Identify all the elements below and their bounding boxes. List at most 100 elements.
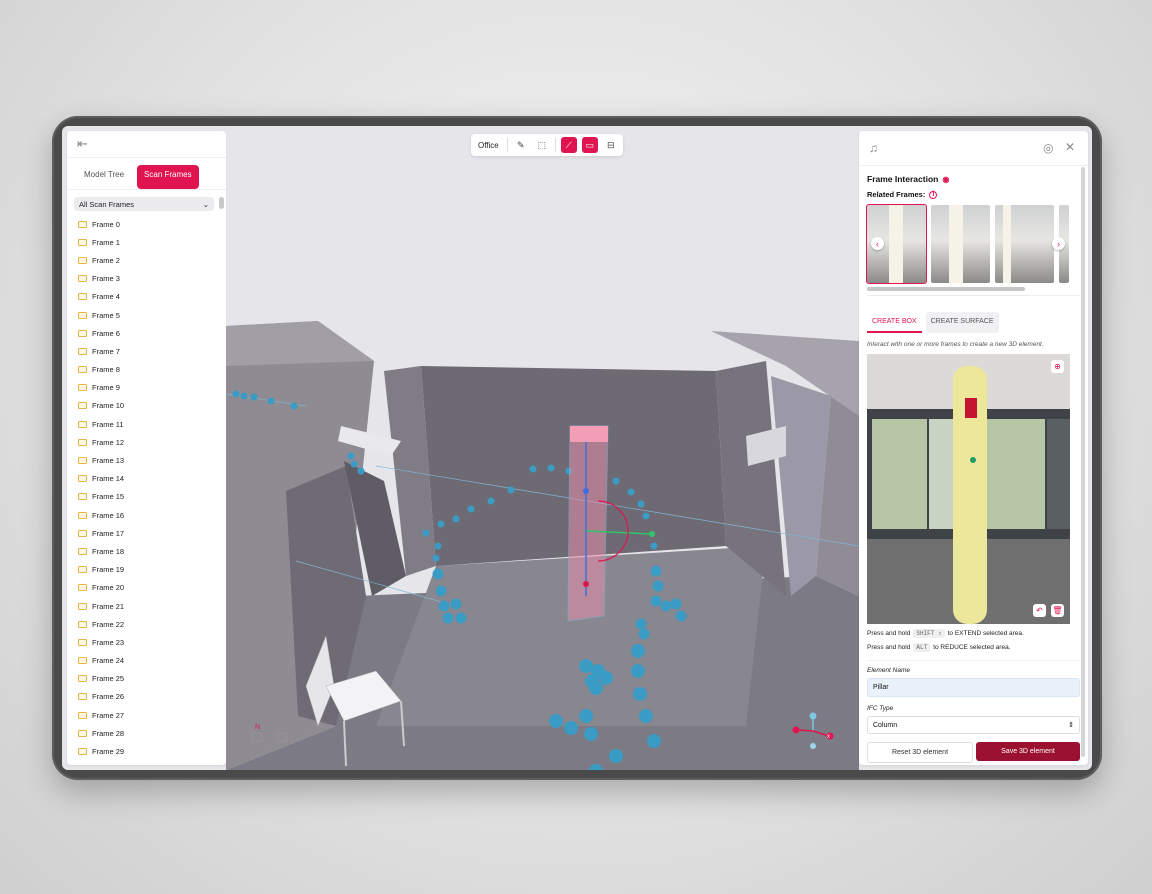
camera-position-sphere[interactable] [579, 709, 593, 723]
list-item[interactable]: Frame 26 [74, 688, 214, 706]
save-3d-element-button[interactable]: Save 3D element [976, 742, 1080, 761]
camera-position-sphere[interactable] [467, 505, 475, 513]
selection-icon[interactable]: ⬚ [534, 137, 550, 153]
frame-thumbnail[interactable] [995, 205, 1054, 283]
list-item[interactable]: Frame 15 [74, 488, 214, 506]
camera-position-sphere[interactable] [347, 452, 355, 460]
list-item[interactable]: Frame 25 [74, 670, 214, 688]
camera-position-sphere[interactable] [232, 390, 240, 398]
frames-filter-dropdown[interactable]: All Scan Frames ⌄ [74, 197, 214, 211]
camera-position-sphere[interactable] [631, 644, 645, 658]
list-item[interactable]: Frame 12 [74, 433, 214, 451]
camera-position-sphere[interactable] [547, 464, 555, 472]
camera-position-sphere[interactable] [290, 402, 298, 410]
camera-position-sphere[interactable] [589, 681, 603, 695]
camera-position-sphere[interactable] [670, 598, 682, 610]
camera-position-sphere[interactable] [631, 664, 645, 678]
list-item[interactable]: Frame 23 [74, 633, 214, 651]
tab-model-tree[interactable]: Model Tree [77, 165, 131, 189]
camera-position-sphere[interactable] [267, 397, 275, 405]
path-icon[interactable]: ⟋ [560, 137, 577, 153]
camera-position-sphere[interactable] [637, 500, 645, 508]
camera-position-sphere[interactable] [675, 610, 687, 622]
camera-position-sphere[interactable] [250, 393, 258, 401]
ifc-type-select[interactable]: Column ⇕ [867, 716, 1080, 734]
camera-position-sphere[interactable] [639, 709, 653, 723]
trash-icon[interactable]: 🗑 [1051, 604, 1064, 617]
list-item[interactable]: Frame 6 [74, 324, 214, 342]
list-item[interactable]: Frame 10 [74, 397, 214, 415]
list-item[interactable]: Frame 17 [74, 524, 214, 542]
frame-thumbnail[interactable] [931, 205, 990, 283]
camera-position-sphere[interactable] [432, 554, 440, 562]
camera-position-sphere[interactable] [434, 542, 442, 550]
list-item[interactable]: Frame 21 [74, 597, 214, 615]
camera-position-sphere[interactable] [438, 600, 450, 612]
camera-position-sphere[interactable] [507, 486, 515, 494]
camera-position-sphere[interactable] [609, 749, 623, 763]
list-item[interactable]: Frame 13 [74, 451, 214, 469]
tab-scan-frames[interactable]: Scan Frames [137, 165, 199, 189]
camera-position-sphere[interactable] [422, 529, 430, 537]
close-icon[interactable]: ✕ [1065, 140, 1075, 154]
list-item[interactable]: Frame 29 [74, 742, 214, 760]
ruler-icon[interactable]: ✎ [513, 137, 529, 153]
chevron-left-icon[interactable]: ‹ [871, 237, 884, 250]
camera-position-sphere[interactable] [529, 465, 537, 473]
list-item[interactable]: Frame 9 [74, 379, 214, 397]
camera-position-sphere[interactable] [357, 467, 365, 475]
list-item[interactable]: Frame 19 [74, 561, 214, 579]
list-item[interactable]: Frame 8 [74, 361, 214, 379]
camera-position-sphere[interactable] [642, 512, 650, 520]
camera-position-sphere[interactable] [660, 600, 672, 612]
camera-position-sphere[interactable] [350, 460, 358, 468]
list-item[interactable]: Frame 4 [74, 288, 214, 306]
list-item[interactable]: Frame 2 [74, 251, 214, 269]
camera-position-sphere[interactable] [647, 734, 661, 748]
box-icon[interactable]: ▭ [581, 137, 598, 153]
camera-position-sphere[interactable] [612, 477, 620, 485]
zoom-in-icon[interactable]: ⊕ [1051, 360, 1064, 373]
list-item[interactable]: Frame 7 [74, 342, 214, 360]
camera-position-sphere[interactable] [584, 727, 598, 741]
list-item[interactable]: Frame 14 [74, 470, 214, 488]
tab-create-box[interactable]: CREATE BOX [867, 312, 922, 333]
paint-roller-icon[interactable]: ⊟ [603, 137, 619, 153]
left-panel-scrollbar[interactable] [219, 197, 224, 209]
camera-position-sphere[interactable] [650, 595, 662, 607]
list-item[interactable]: Frame 18 [74, 542, 214, 560]
list-item[interactable]: Frame 11 [74, 415, 214, 433]
list-item[interactable]: Frame 1 [74, 233, 214, 251]
list-item[interactable]: Frame 3 [74, 270, 214, 288]
camera-position-sphere[interactable] [455, 612, 467, 624]
camera-position-sphere[interactable] [650, 565, 662, 577]
camera-position-sphere[interactable] [579, 659, 593, 673]
camera-position-sphere[interactable] [599, 671, 613, 685]
camera-position-sphere[interactable] [650, 542, 658, 550]
camera-position-sphere[interactable] [487, 497, 495, 505]
camera-position-sphere[interactable] [442, 612, 454, 624]
camera-position-sphere[interactable] [549, 714, 563, 728]
right-panel-scrollbar[interactable] [1081, 167, 1085, 757]
camera-position-sphere[interactable] [564, 721, 578, 735]
camera-position-sphere[interactable] [633, 687, 647, 701]
list-item[interactable]: Frame 22 [74, 615, 214, 633]
list-item[interactable]: Frame 20 [74, 579, 214, 597]
camera-position-sphere[interactable] [638, 628, 650, 640]
tab-create-surface[interactable]: CREATE SURFACE [925, 312, 999, 333]
camera-position-sphere[interactable] [452, 515, 460, 523]
camera-position-sphere[interactable] [652, 580, 664, 592]
3d-scene[interactable]: x N [226, 126, 859, 770]
camera-position-sphere[interactable] [435, 585, 447, 597]
list-item[interactable]: Frame 16 [74, 506, 214, 524]
3d-viewport[interactable]: x N Office ✎ ⬚ ⟋ ▭ ⊟ [226, 126, 859, 770]
camera-position-sphere[interactable] [635, 618, 647, 630]
list-item[interactable]: Frame 0 [74, 215, 214, 233]
info-icon[interactable]: i [929, 190, 938, 199]
list-item[interactable]: Frame 27 [74, 706, 214, 724]
list-item[interactable]: Frame 5 [74, 306, 214, 324]
list-item[interactable]: Frame 28 [74, 724, 214, 742]
element-name-field[interactable]: Pillar [867, 678, 1080, 697]
exit-icon[interactable]: ⇤ [77, 137, 91, 151]
chevron-right-icon[interactable]: › [1052, 237, 1065, 250]
